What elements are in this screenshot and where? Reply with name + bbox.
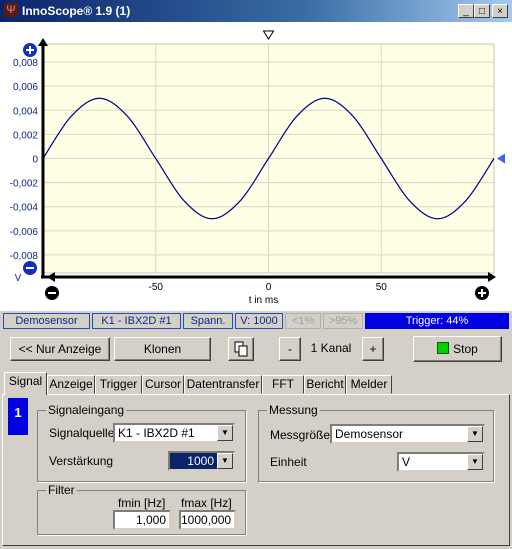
- channel-count: 1 Kanal: [310, 341, 352, 355]
- y-tick-label: 0: [32, 155, 38, 166]
- trigger-time-marker-icon: [262, 30, 275, 40]
- status-channel: K1 - IBX2D #1: [92, 313, 181, 329]
- y-tick-label: -0,002: [10, 179, 39, 190]
- chevron-down-icon[interactable]: ▼: [467, 426, 483, 442]
- unit-value: V: [402, 455, 411, 469]
- filter-title: Filter: [46, 483, 77, 497]
- tab-datentransfer[interactable]: Datentransfer: [184, 375, 262, 394]
- app-icon: Ψ: [4, 3, 18, 17]
- status-underrange: <1%: [285, 313, 321, 329]
- tab-cursor[interactable]: Cursor: [142, 375, 184, 394]
- oscilloscope-chart[interactable]: 0,008 0,006 0,004 0,002 0 -0,002 -0,004 -0,006 -…: [0, 22, 512, 311]
- window-title-bar[interactable]: Ψ InnoScope® 1.9 (1) _ □ ×: [0, 0, 512, 22]
- status-gain: V: 1000: [235, 313, 283, 329]
- copy-icon: [234, 341, 248, 357]
- fmax-input[interactable]: 1000,000: [179, 510, 236, 530]
- fmax-label: fmax [Hz]: [181, 496, 232, 510]
- y-tick-label: -0,008: [10, 251, 39, 262]
- fmin-input[interactable]: 1,000: [113, 510, 171, 530]
- x-tick-label: 0: [266, 282, 272, 293]
- tab-bericht[interactable]: Bericht: [304, 375, 346, 394]
- clone-button[interactable]: Klonen: [114, 337, 211, 361]
- status-mode: Spann.: [183, 313, 233, 329]
- y-tick-label: 0,008: [13, 58, 38, 69]
- minimize-button[interactable]: _: [458, 4, 474, 18]
- chevron-down-icon[interactable]: ▼: [467, 454, 483, 470]
- source-value: K1 - IBX2D #1: [118, 426, 195, 440]
- y-tick-label: 0,004: [13, 106, 38, 117]
- tab-fft[interactable]: FFT: [262, 375, 304, 394]
- chevron-down-icon[interactable]: ▼: [217, 453, 233, 469]
- x-tick-label: -50: [149, 282, 164, 293]
- trigger-level-marker-icon: [497, 153, 505, 164]
- y-tick-label: -0,004: [10, 203, 39, 214]
- window-title: InnoScope® 1.9 (1): [22, 4, 131, 18]
- y-axis-arrow-icon: [38, 38, 48, 46]
- status-bar: Demosensor K1 - IBX2D #1 Spann. V: 1000 …: [3, 313, 509, 330]
- gain-select[interactable]: 1000 ▼: [168, 451, 235, 471]
- quantity-label: Messgröße: [270, 428, 331, 442]
- source-label: Signalquelle: [49, 426, 115, 440]
- y-tick-label: 0,006: [13, 82, 38, 93]
- tab-anzeige[interactable]: Anzeige: [47, 375, 95, 394]
- signal-input-title: Signaleingang: [46, 403, 127, 417]
- add-channel-button[interactable]: +: [362, 337, 384, 361]
- clone-label: Klonen: [143, 342, 182, 356]
- display-only-label: << Nur Anzeige: [18, 342, 102, 356]
- remove-channel-button[interactable]: -: [279, 337, 301, 361]
- tab-signal[interactable]: Signal: [4, 372, 47, 395]
- fmin-label: fmin [Hz]: [118, 496, 166, 510]
- measurement-title: Messung: [267, 403, 320, 417]
- status-sensor: Demosensor: [3, 313, 90, 329]
- y-axis-label: V: [15, 273, 22, 284]
- x-axis-label: t in ms: [249, 295, 278, 306]
- channel-badge[interactable]: 1: [8, 398, 28, 435]
- status-trigger: Trigger: 44%: [365, 313, 509, 329]
- unit-select[interactable]: V ▼: [397, 452, 485, 472]
- tab-trigger[interactable]: Trigger: [95, 375, 142, 394]
- gain-value: 1000: [187, 454, 214, 468]
- display-only-button[interactable]: << Nur Anzeige: [10, 337, 110, 361]
- tab-melder[interactable]: Melder: [346, 375, 392, 394]
- stop-button[interactable]: Stop: [413, 336, 502, 362]
- stop-label: Stop: [453, 342, 478, 356]
- gain-label: Verstärkung: [49, 454, 114, 468]
- chart-svg[interactable]: 0,008 0,006 0,004 0,002 0 -0,002 -0,004 -0,006 -…: [0, 22, 512, 311]
- minus-label: -: [288, 342, 292, 356]
- source-select[interactable]: K1 - IBX2D #1 ▼: [113, 423, 235, 443]
- close-button[interactable]: ×: [492, 4, 508, 18]
- status-overrange: >95%: [323, 313, 363, 329]
- quantity-select[interactable]: Demosensor ▼: [330, 424, 485, 444]
- unit-label: Einheit: [270, 455, 307, 469]
- maximize-button[interactable]: □: [474, 4, 490, 18]
- quantity-value: Demosensor: [335, 427, 404, 441]
- y-tick-label: -0,006: [10, 227, 39, 238]
- stop-indicator-icon: [437, 342, 450, 354]
- chevron-down-icon[interactable]: ▼: [217, 425, 233, 441]
- y-tick-label: 0,002: [13, 130, 38, 141]
- copy-button[interactable]: [228, 337, 254, 361]
- signal-input-group: Signaleingang: [37, 403, 246, 482]
- x-tick-label: 50: [376, 282, 388, 293]
- plus-label: +: [369, 342, 377, 356]
